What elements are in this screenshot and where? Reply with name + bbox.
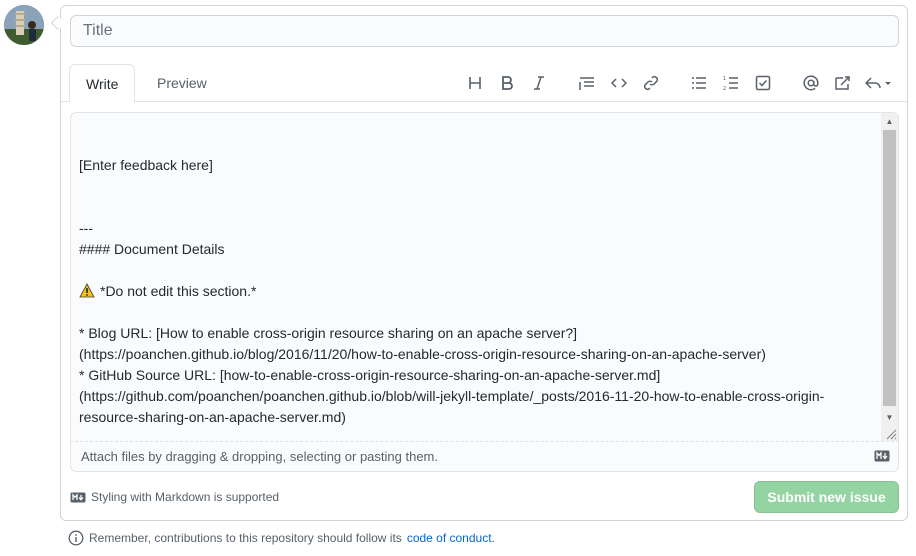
bulleted-list-icon[interactable] <box>686 70 712 96</box>
editor-tabs: Write Preview 12 <box>61 64 907 103</box>
body-line: * GitHub Source URL: [how-to-enable-cros… <box>79 367 661 383</box>
svg-text:2: 2 <box>723 86 726 91</box>
task-list-icon[interactable] <box>750 70 776 96</box>
markdown-icon <box>70 492 86 502</box>
submit-new-issue-button[interactable]: Submit new issue <box>754 481 899 513</box>
new-issue-form: Write Preview 12 <box>60 5 908 521</box>
attach-files-bar[interactable]: Attach files by dragging & dropping, sel… <box>70 442 899 472</box>
code-icon[interactable] <box>606 70 632 96</box>
markdown-icon <box>874 450 890 462</box>
code-of-conduct-link[interactable]: code of conduct <box>407 531 492 545</box>
tab-preview[interactable]: Preview <box>141 64 223 103</box>
body-line <box>79 113 879 134</box>
body-line <box>79 260 879 281</box>
title-input[interactable] <box>70 15 899 47</box>
markdown-note-text: Styling with Markdown is supported <box>91 490 280 504</box>
resize-grip-icon[interactable] <box>881 424 898 441</box>
body-line: --- <box>79 220 93 236</box>
bold-icon[interactable] <box>494 70 520 96</box>
body-line: * Blog URL: [How to enable cross-origin … <box>79 325 578 341</box>
scroll-thumb[interactable] <box>883 130 896 406</box>
body-line <box>79 197 879 218</box>
body-line: resource-sharing-on-an-apache-server.md) <box>79 409 346 425</box>
heading-icon[interactable] <box>462 70 488 96</box>
markdown-support-note: Styling with Markdown is supported <box>70 490 279 504</box>
body-line <box>79 134 879 155</box>
contribution-note-text: Remember, contributions to this reposito… <box>89 531 402 545</box>
body-line <box>79 176 879 197</box>
italic-icon[interactable] <box>526 70 552 96</box>
mention-icon[interactable] <box>798 70 824 96</box>
editor-scrollbar[interactable]: ▲ ▼ <box>881 113 898 441</box>
scroll-up-arrow-icon[interactable]: ▲ <box>881 113 898 130</box>
warning-icon <box>79 283 100 299</box>
body-line: (https://poanchen.github.io/blog/2016/11… <box>79 346 766 362</box>
body-line <box>79 302 879 323</box>
tab-write[interactable]: Write <box>69 64 136 103</box>
body-line: #### Document Details <box>79 241 225 257</box>
attach-files-text: Attach files by dragging & dropping, sel… <box>81 449 438 464</box>
body-line: (https://github.com/poanchen/poanchen.gi… <box>79 388 825 404</box>
body-line: [Enter feedback here] <box>79 157 213 173</box>
svg-text:1: 1 <box>723 76 726 82</box>
numbered-list-icon[interactable]: 12 <box>718 70 744 96</box>
reference-icon[interactable] <box>830 70 856 96</box>
info-icon <box>68 530 84 546</box>
quote-icon[interactable] <box>574 70 600 96</box>
body-line: *Do not edit this section.* <box>79 281 879 302</box>
user-avatar[interactable] <box>4 5 44 45</box>
link-icon[interactable] <box>638 70 664 96</box>
contribution-note: Remember, contributions to this reposito… <box>68 530 495 546</box>
issue-body-textarea[interactable]: [Enter feedback here] --- #### Document De… <box>70 112 899 442</box>
footer-period: . <box>491 531 495 545</box>
issue-body-text[interactable]: [Enter feedback here] --- #### Document De… <box>79 113 879 428</box>
reply-icon[interactable] <box>862 70 896 96</box>
